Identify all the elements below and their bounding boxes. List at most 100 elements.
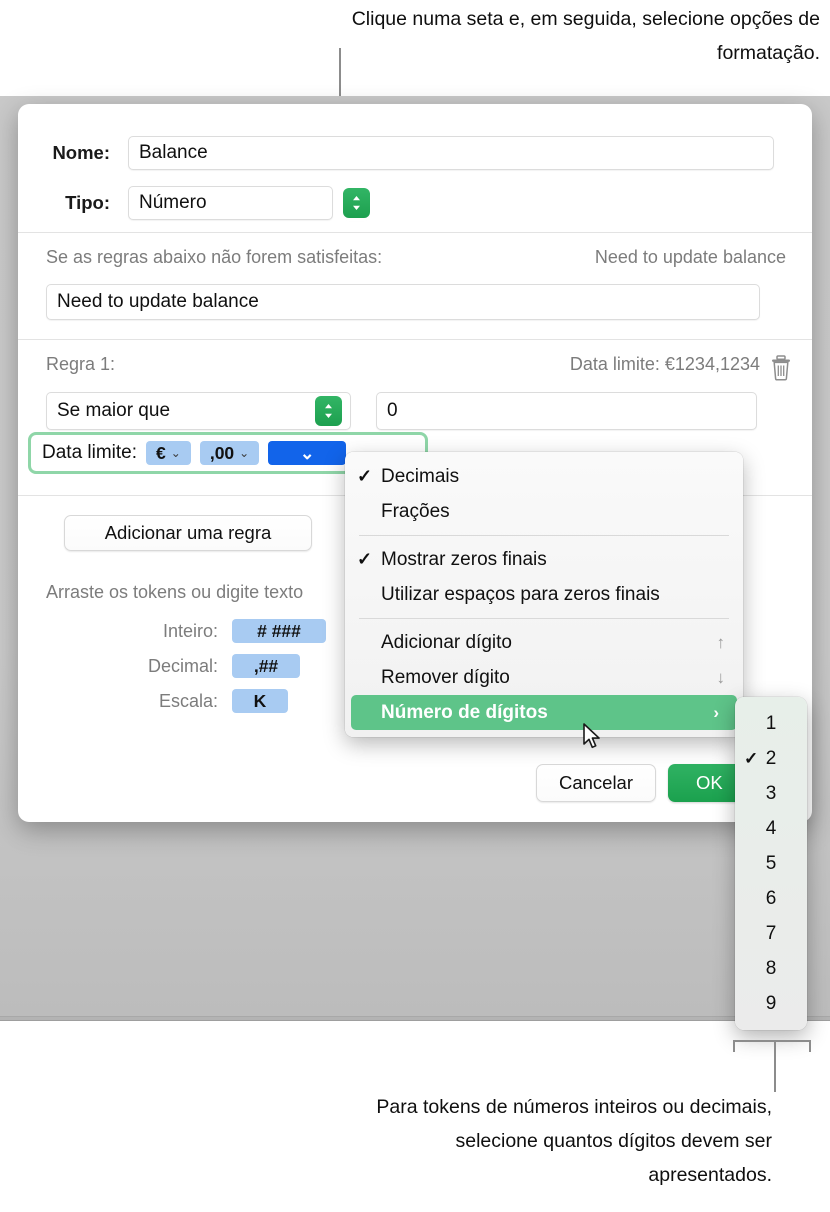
condition-select[interactable]: Se maior que bbox=[46, 392, 351, 430]
token-decimal[interactable]: ,## bbox=[232, 654, 300, 678]
menu-item-mostrar-zeros-finais[interactable]: ✓ Mostrar zeros finais bbox=[345, 542, 743, 577]
menu-item-decimais[interactable]: ✓ Decimais bbox=[345, 459, 743, 494]
add-rule-label: Adicionar uma regra bbox=[104, 522, 272, 543]
type-stepper-button[interactable] bbox=[343, 188, 370, 218]
condition-number-input[interactable]: 0 bbox=[376, 392, 757, 430]
menu-item-label: Número de dígitos bbox=[381, 701, 548, 723]
type-select[interactable]: Número bbox=[128, 186, 333, 220]
cancel-button[interactable]: Cancelar bbox=[536, 764, 656, 802]
token-decimal-value: ,## bbox=[253, 655, 279, 676]
trash-icon bbox=[772, 355, 790, 381]
menu-item-label: Mostrar zeros finais bbox=[381, 548, 547, 570]
menu-item-label: Frações bbox=[381, 500, 450, 522]
token-selected[interactable]: ⌄ bbox=[268, 441, 347, 465]
divider-2 bbox=[18, 339, 812, 340]
submenu-item-label: 1 bbox=[765, 712, 777, 734]
chevron-up-down-icon bbox=[325, 404, 332, 418]
token-scale[interactable]: K bbox=[232, 689, 288, 713]
submenu-item-label: 7 bbox=[765, 922, 777, 944]
token-row-scale: Escala: K bbox=[18, 689, 338, 713]
chevron-down-icon: ⌄ bbox=[170, 446, 181, 460]
delete-rule-button[interactable] bbox=[770, 355, 792, 381]
condition-number-value: 0 bbox=[387, 400, 398, 421]
token-label-decimal: Decimal: bbox=[147, 655, 218, 676]
name-row: Nome: Balance bbox=[18, 136, 812, 170]
fallback-preview: Need to update balance bbox=[594, 247, 786, 267]
checkmark-icon: ✓ bbox=[357, 466, 373, 486]
menu-item-label: Decimais bbox=[381, 465, 460, 487]
menu-item-fracoes[interactable]: Frações bbox=[345, 494, 743, 529]
token-decimal-places[interactable]: ,00 ⌄ bbox=[199, 441, 260, 465]
token-currency[interactable]: € ⌄ bbox=[146, 441, 191, 465]
type-select-value: Número bbox=[139, 192, 207, 213]
token-row-decimal: Decimal: ,## bbox=[18, 654, 338, 678]
submenu-item-8[interactable]: 8 bbox=[735, 951, 807, 986]
fallback-label-row: Se as regras abaixo não forem satisfeita… bbox=[46, 247, 786, 268]
menu-item-label: Remover dígito bbox=[381, 666, 510, 688]
submenu-item-label: 4 bbox=[765, 817, 777, 839]
digit-count-submenu[interactable]: 1 ✓ 2 3 4 5 6 7 8 9 bbox=[735, 697, 807, 1030]
callout-bottom-bracket-right bbox=[809, 1040, 811, 1052]
mouse-cursor bbox=[583, 723, 603, 749]
format-prefix-text: Data limite: bbox=[42, 442, 138, 463]
condition-stepper-button[interactable] bbox=[315, 396, 342, 426]
menu-item-label: Adicionar dígito bbox=[381, 631, 512, 653]
format-context-menu[interactable]: ✓ Decimais Frações ✓ Mostrar zeros finai… bbox=[345, 452, 743, 737]
condition-select-value: Se maior que bbox=[57, 400, 171, 421]
divider-1 bbox=[18, 232, 812, 233]
submenu-item-7[interactable]: 7 bbox=[735, 916, 807, 951]
submenu-item-4[interactable]: 4 bbox=[735, 811, 807, 846]
cancel-label: Cancelar bbox=[558, 772, 634, 793]
token-decimal-places-value: ,00 bbox=[209, 442, 235, 463]
checkmark-icon: ✓ bbox=[357, 549, 373, 569]
menu-item-numero-de-digitos[interactable]: Número de dígitos › bbox=[351, 695, 737, 730]
submenu-item-1[interactable]: 1 bbox=[735, 706, 807, 741]
token-label-scale: Escala: bbox=[158, 690, 218, 711]
cursor-arrow-icon bbox=[583, 723, 600, 749]
callout-bottom-text: Para tokens de números inteiros ou decim… bbox=[376, 1096, 772, 1186]
ok-label: OK bbox=[696, 772, 723, 793]
submenu-item-6[interactable]: 6 bbox=[735, 881, 807, 916]
chevron-right-icon: › bbox=[713, 702, 719, 722]
callout-bottom-leader-line bbox=[774, 1040, 776, 1092]
chevron-down-icon: ⌄ bbox=[299, 442, 315, 463]
submenu-item-label: 9 bbox=[765, 992, 777, 1014]
chevron-up-down-icon bbox=[353, 196, 360, 210]
rule-preview: Data limite: €1234,1234 bbox=[569, 354, 760, 374]
checkmark-icon: ✓ bbox=[744, 748, 759, 768]
rule-label-row: Regra 1: Data limite: €1234,1234 bbox=[46, 354, 760, 375]
rule-label: Regra 1: bbox=[46, 354, 116, 374]
submenu-item-label: 3 bbox=[765, 782, 777, 804]
token-label-integer: Inteiro: bbox=[162, 620, 218, 641]
submenu-item-label: 6 bbox=[765, 887, 777, 909]
callout-bottom-bracket-left bbox=[733, 1040, 735, 1052]
type-label: Tipo: bbox=[65, 192, 110, 213]
callout-top-text: Clique numa seta e, em seguida, selecion… bbox=[351, 8, 820, 64]
chevron-down-icon: ⌄ bbox=[239, 446, 250, 460]
condition-row: Se maior que 0 bbox=[46, 392, 760, 430]
name-input[interactable]: Balance bbox=[128, 136, 774, 170]
menu-separator-2 bbox=[359, 618, 729, 619]
token-row-integer: Inteiro: # ### bbox=[18, 619, 338, 643]
fallback-input[interactable]: Need to update balance bbox=[46, 284, 760, 320]
submenu-item-label: 2 bbox=[765, 747, 777, 769]
token-integer[interactable]: # ### bbox=[232, 619, 326, 643]
menu-item-label: Utilizar espaços para zeros finais bbox=[381, 583, 660, 605]
add-rule-button[interactable]: Adicionar uma regra bbox=[64, 515, 312, 551]
submenu-item-9[interactable]: 9 bbox=[735, 986, 807, 1021]
menu-item-adicionar-digito[interactable]: Adicionar dígito ↑ bbox=[345, 625, 743, 660]
menu-item-utilizar-espacos[interactable]: Utilizar espaços para zeros finais bbox=[345, 577, 743, 612]
type-row: Tipo: Número bbox=[18, 186, 812, 220]
menu-item-remover-digito[interactable]: Remover dígito ↓ bbox=[345, 660, 743, 695]
submenu-item-5[interactable]: 5 bbox=[735, 846, 807, 881]
submenu-item-label: 5 bbox=[765, 852, 777, 874]
token-currency-value: € bbox=[156, 442, 166, 463]
submenu-item-2[interactable]: ✓ 2 bbox=[735, 741, 807, 776]
submenu-item-3[interactable]: 3 bbox=[735, 776, 807, 811]
token-integer-value: # ### bbox=[257, 620, 301, 641]
arrow-down-icon: ↓ bbox=[716, 667, 726, 687]
arrow-up-icon: ↑ bbox=[716, 632, 726, 652]
callout-bottom-bracket-top bbox=[733, 1040, 811, 1042]
name-input-value: Balance bbox=[139, 142, 208, 163]
fallback-label: Se as regras abaixo não forem satisfeita… bbox=[46, 247, 383, 267]
